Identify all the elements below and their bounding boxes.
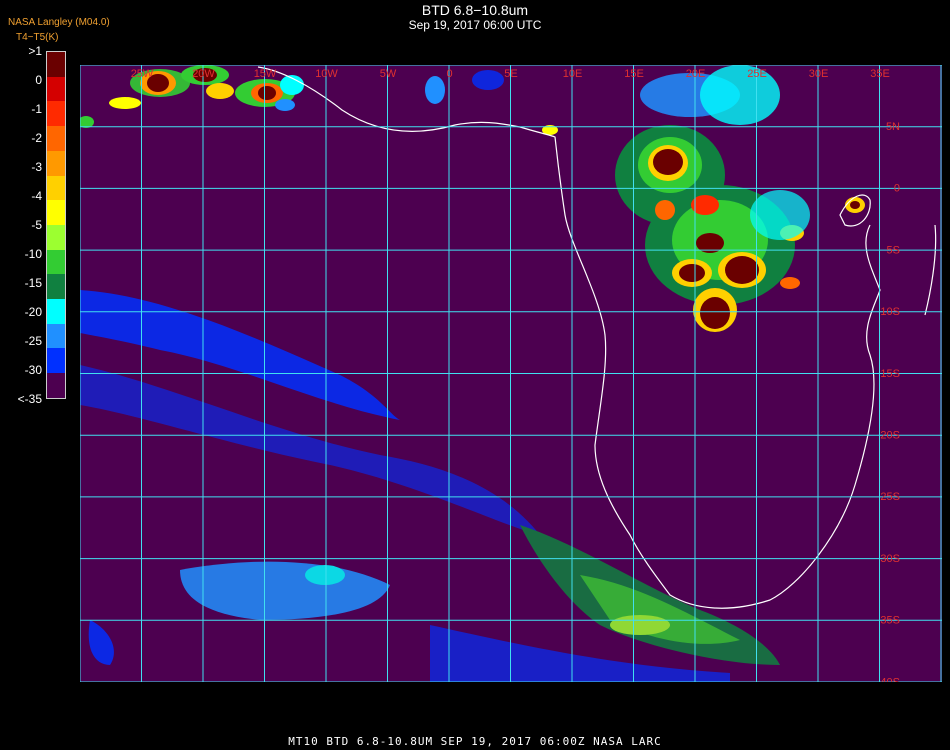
color-scale-segment: [47, 249, 65, 275]
color-scale-label: -30: [24, 363, 42, 377]
longitude-label: 15E: [624, 68, 644, 80]
longitude-label: 20E: [686, 68, 706, 80]
longitude-label: 10W: [315, 68, 338, 80]
map-canvas: 25W 20W 15W 10W 5W 0 5E 10E 15E 20E 25E 30E 35E 5N 0 5S…: [80, 65, 942, 682]
latitude-label: 5N: [886, 121, 900, 133]
color-scale-bar: [46, 51, 66, 399]
color-scale-label: -3: [31, 160, 42, 174]
color-scale-segment: [47, 175, 65, 201]
longitude-label: 5W: [380, 68, 397, 80]
color-scale-segment: [47, 52, 65, 77]
map-title: BTD 6.8−10.8um: [421, 2, 529, 18]
color-scale-segment: [47, 126, 65, 151]
latitude-label: 15S: [880, 368, 900, 380]
longitude-label: 20W: [192, 68, 215, 80]
south-atlantic-bands: [80, 290, 780, 682]
longitude-label: 25W: [131, 68, 154, 80]
central-africa-convection: [615, 65, 810, 332]
latitude-label: 10S: [880, 306, 900, 318]
color-scale-label: -5: [31, 218, 42, 232]
latitude-label: 35S: [880, 615, 900, 627]
color-scale-segment: [47, 299, 65, 324]
longitude-label: 10E: [563, 68, 583, 80]
color-scale-label: -20: [24, 305, 42, 319]
latitude-label: 25S: [880, 491, 900, 503]
coastline: [257, 66, 881, 609]
color-scale-label: <-35: [17, 392, 42, 406]
color-scale-segment: [47, 373, 65, 398]
color-scale-segment: [47, 76, 65, 102]
longitude-label: 5E: [504, 68, 517, 80]
color-scale-label: -4: [31, 189, 42, 203]
color-scale-segment: [47, 224, 65, 250]
latitude-label: 40S: [880, 676, 900, 682]
source-label: NASA Langley (M04.0): [8, 17, 110, 28]
longitude-label: 25E: [747, 68, 767, 80]
color-scale-label: -2: [31, 131, 42, 145]
color-scale-segment: [47, 274, 65, 300]
color-scale-segment: [47, 101, 65, 127]
color-scale-segment: [47, 348, 65, 374]
color-scale-label: -25: [24, 334, 42, 348]
latitude-label: 20S: [880, 430, 900, 442]
longitude-label: 30E: [809, 68, 829, 80]
color-scale-label: >1: [28, 44, 42, 58]
latitude-label: 5S: [887, 244, 900, 256]
color-scale-label: -10: [24, 247, 42, 261]
longitude-label: 35E: [870, 68, 890, 80]
color-scale-label: -1: [31, 102, 42, 116]
color-scale-segment: [47, 200, 65, 225]
footer-caption: MT10 BTD 6.8-10.8UM SEP 19, 2017 06:00Z …: [288, 735, 662, 748]
latitude-label: 0: [894, 183, 900, 195]
units-label: T4−T5(K): [16, 32, 59, 43]
longitude-label: 0: [446, 68, 452, 80]
latitude-label: 30S: [880, 553, 900, 565]
longitude-label: 15W: [254, 68, 277, 80]
color-scale-segment: [47, 323, 65, 349]
map-timestamp: Sep 19, 2017 06:00 UTC: [408, 18, 542, 32]
color-scale-segment: [47, 150, 65, 176]
color-scale-label: -15: [24, 276, 42, 290]
satellite-map: 25W 20W 15W 10W 5W 0 5E 10E 15E 20E 25E 30E 35E 5N 0 5S…: [80, 65, 942, 682]
color-scale-label: 0: [35, 73, 42, 87]
